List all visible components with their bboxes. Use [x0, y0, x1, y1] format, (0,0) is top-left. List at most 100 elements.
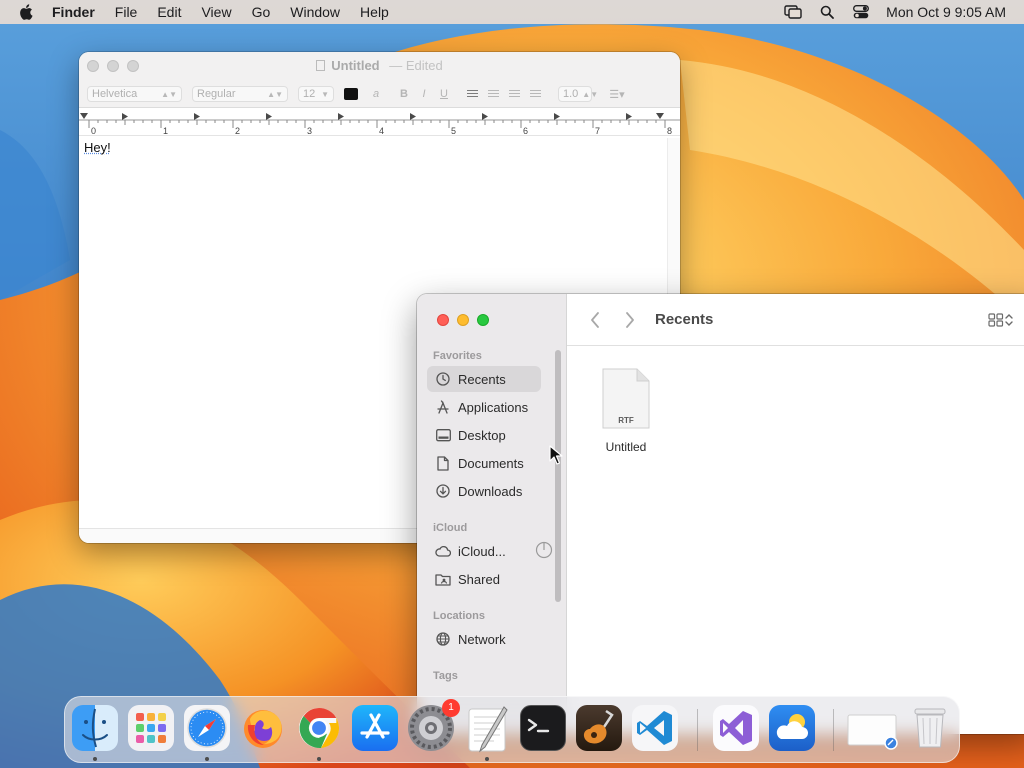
- edited-label: Edited: [406, 58, 443, 73]
- background-color-icon[interactable]: a: [366, 88, 386, 100]
- font-size-select[interactable]: 12 ▼: [298, 86, 334, 102]
- italic-button[interactable]: I: [414, 88, 434, 100]
- notification-badge: 1: [442, 699, 460, 717]
- dock-garageband-icon[interactable]: [576, 705, 622, 751]
- menu-bar: Finder File Edit View Go Window Help Mon…: [0, 0, 1024, 24]
- menu-edit[interactable]: Edit: [147, 0, 191, 24]
- dock-vscode-icon[interactable]: [632, 705, 678, 751]
- file-name-label: Untitled: [591, 440, 661, 454]
- sidebar-item-label: Shared: [458, 572, 500, 587]
- screen-mirroring-icon[interactable]: [776, 5, 810, 19]
- finder-window: Favorites Recents Applications Desktop D…: [417, 294, 1024, 734]
- back-chevron-icon[interactable]: [585, 310, 605, 330]
- close-button[interactable]: [437, 314, 449, 326]
- tab-stop-marker[interactable]: [122, 113, 128, 120]
- menu-window[interactable]: Window: [280, 0, 350, 24]
- dock-separator: [833, 709, 834, 751]
- sidebar-item-recents[interactable]: Recents: [427, 366, 541, 392]
- underline-button[interactable]: U: [434, 88, 454, 100]
- title-separator: —: [389, 58, 402, 73]
- dock-minimized-window-icon[interactable]: [847, 705, 899, 751]
- tab-stop-marker[interactable]: [626, 113, 632, 120]
- applications-icon: [435, 399, 451, 415]
- menu-view[interactable]: View: [191, 0, 241, 24]
- textedit-titlebar[interactable]: Untitled — Edited Helvetica ▲▼ Regular ▲▼ …: [79, 52, 680, 108]
- forward-chevron-icon[interactable]: [620, 310, 640, 330]
- font-style-select[interactable]: Regular ▲▼: [192, 86, 288, 102]
- sidebar-item-label: Network: [458, 632, 506, 647]
- document-text[interactable]: Hey!: [84, 140, 111, 155]
- tab-stop-marker[interactable]: [410, 113, 416, 120]
- globe-icon: [435, 631, 451, 647]
- sidebar-item-desktop[interactable]: Desktop: [427, 422, 541, 448]
- control-center-icon[interactable]: [844, 5, 878, 19]
- line-spacing-select[interactable]: 1.0 ▲▼: [558, 86, 592, 102]
- running-indicator: [317, 757, 321, 761]
- sidebar-header-tags: Tags: [433, 670, 458, 682]
- file-item-untitled[interactable]: RTF: [601, 368, 651, 435]
- left-indent-marker[interactable]: [80, 113, 88, 119]
- zoom-button[interactable]: [477, 314, 489, 326]
- ruler-number: 1: [163, 126, 168, 136]
- sidebar-item-downloads[interactable]: Downloads: [427, 478, 541, 504]
- ruler-ticks: 012345678: [79, 108, 680, 136]
- finder-sidebar: Favorites Recents Applications Desktop D…: [417, 294, 567, 734]
- dock-launchpad-icon[interactable]: [128, 705, 174, 751]
- justify-button[interactable]: [525, 90, 546, 99]
- textedit-window-title: Untitled — Edited: [79, 58, 680, 73]
- align-right-button[interactable]: [504, 90, 525, 99]
- sidebar-item-network[interactable]: Network: [427, 626, 541, 652]
- tab-stop-marker[interactable]: [482, 113, 488, 120]
- sidebar-item-documents[interactable]: Documents: [427, 450, 541, 476]
- ruler-number: 6: [523, 126, 528, 136]
- list-bullets-icon[interactable]: ☰▾: [602, 88, 632, 101]
- tab-stop-marker[interactable]: [266, 113, 272, 120]
- align-center-button[interactable]: [483, 90, 504, 99]
- ruler[interactable]: 0 1 2 3 4 5 6 7 8: [79, 108, 680, 136]
- align-left-button[interactable]: [462, 90, 483, 99]
- textedit-title-text: Untitled: [331, 58, 379, 73]
- document-proxy-icon[interactable]: [316, 60, 325, 71]
- sidebar-item-label: Applications: [458, 400, 528, 415]
- ruler-number: 8: [667, 126, 672, 136]
- dock-visual-studio-icon[interactable]: [713, 705, 759, 751]
- bold-button[interactable]: B: [394, 88, 414, 100]
- text-color-well[interactable]: [344, 88, 358, 100]
- dock-terminal-icon[interactable]: [520, 705, 566, 751]
- dock-safari-icon[interactable]: [184, 705, 230, 751]
- font-family-select[interactable]: Helvetica ▲▼: [87, 86, 182, 102]
- dock-firefox-icon[interactable]: [240, 705, 286, 751]
- sidebar-item-icloud-drive[interactable]: iCloud...: [427, 538, 541, 564]
- tab-stop-marker[interactable]: [338, 113, 344, 120]
- right-indent-marker[interactable]: [656, 113, 664, 119]
- download-icon: [435, 483, 451, 499]
- spotlight-search-icon[interactable]: [810, 5, 844, 19]
- ruler-number: 7: [595, 126, 600, 136]
- dock-weather-icon[interactable]: [769, 705, 815, 751]
- sidebar-item-label: Downloads: [458, 484, 522, 499]
- minimize-button[interactable]: [457, 314, 469, 326]
- sidebar-scrollbar[interactable]: [555, 350, 561, 602]
- sidebar-header-favorites: Favorites: [433, 350, 482, 362]
- dock-app-store-icon[interactable]: [352, 705, 398, 751]
- sidebar-header-icloud: iCloud: [433, 522, 467, 534]
- format-bar: Helvetica ▲▼ Regular ▲▼ 12 ▼ a B I U 1.0 ▲▼ …: [87, 85, 632, 103]
- tab-stop-marker[interactable]: [194, 113, 200, 120]
- menu-file[interactable]: File: [105, 0, 148, 24]
- view-options-button[interactable]: [988, 311, 1024, 329]
- menu-finder[interactable]: Finder: [52, 0, 105, 24]
- tab-stop-marker[interactable]: [554, 113, 560, 120]
- sync-progress-icon: [535, 541, 553, 562]
- menu-go[interactable]: Go: [242, 0, 281, 24]
- dock-finder-icon[interactable]: [72, 705, 118, 751]
- dock-chrome-icon[interactable]: [296, 705, 342, 751]
- dock-trash-icon[interactable]: [907, 705, 953, 751]
- dock-textedit-icon[interactable]: [464, 705, 510, 751]
- sidebar-item-shared[interactable]: Shared: [427, 566, 541, 592]
- menu-help[interactable]: Help: [350, 0, 399, 24]
- sidebar-item-applications[interactable]: Applications: [427, 394, 541, 420]
- dock-system-settings-icon[interactable]: 1: [408, 705, 454, 751]
- menu-bar-clock[interactable]: Mon Oct 9 9:05 AM: [878, 4, 1024, 20]
- edited-indicator[interactable]: — Edited: [389, 58, 443, 73]
- apple-menu-icon[interactable]: [0, 4, 52, 20]
